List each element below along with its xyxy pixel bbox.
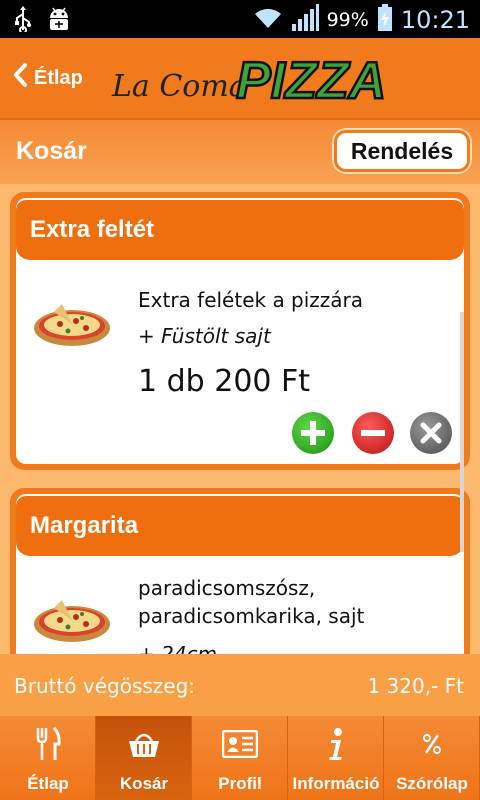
nav-item-informacio[interactable]: Információ	[288, 716, 384, 800]
total-value: 1 320,- Ft	[367, 674, 464, 698]
cart-item-card: Margarita paradicsomszósz, paradicsomkar…	[10, 488, 470, 654]
nav-item-etlap[interactable]: Étlap	[0, 716, 96, 800]
la-coma-pizza-logo: La Coma PIZZA	[110, 50, 387, 112]
app-header: Étlap La Coma PIZZA	[0, 38, 480, 120]
info-icon	[288, 724, 384, 764]
clock: 10:21	[400, 6, 470, 34]
signal-icon	[291, 4, 319, 36]
basket-icon	[96, 724, 192, 764]
logo-bold-text: PIZZA	[236, 52, 384, 110]
pizza-image	[32, 590, 112, 646]
battery-percent: 99%	[326, 9, 369, 31]
pizza-image	[32, 294, 112, 350]
back-button[interactable]: Étlap	[12, 62, 83, 94]
nav-item-szorolap[interactable]: Szórólap	[384, 716, 480, 800]
nav-label: Szórólap	[396, 774, 468, 793]
item-quantity-price: 1 db 200 Ft	[138, 364, 311, 399]
item-description: paradicsomszósz, paradicsomkarika, sajt	[138, 576, 365, 628]
percent-icon	[384, 724, 480, 764]
nav-item-profil[interactable]: Profil	[192, 716, 288, 800]
battery-charging-icon	[377, 4, 393, 36]
cart-item-card: Extra feltét Extra felétek a pizzára + F…	[10, 192, 470, 470]
total-label: Bruttó végösszeg:	[14, 674, 196, 698]
nav-label: Kosár	[119, 774, 169, 793]
bottom-navigation: Étlap Kosár Profil Információ Szórólap	[0, 716, 480, 800]
status-bar: 99% 10:21	[0, 0, 480, 38]
add-button[interactable]	[292, 412, 334, 454]
id-card-icon	[192, 724, 288, 764]
minus-icon	[361, 430, 385, 436]
nav-label: Étlap	[27, 774, 69, 793]
android-debug-icon	[46, 6, 72, 36]
nav-label: Információ	[292, 774, 380, 793]
logo-script-text: La Coma	[111, 69, 247, 104]
nav-label: Profil	[218, 774, 262, 793]
close-icon	[420, 422, 442, 444]
back-label: Étlap	[34, 66, 83, 89]
order-button[interactable]: Rendelés	[334, 130, 470, 172]
fork-knife-icon	[0, 724, 96, 764]
item-extra: + 24cm	[138, 642, 218, 654]
wifi-icon	[253, 6, 283, 34]
cart-item-body: Extra feltét Extra felétek a pizzára + F…	[16, 198, 464, 464]
cart-item-body: Margarita paradicsomszósz, paradicsomkar…	[16, 494, 464, 654]
scrollbar[interactable]	[460, 312, 464, 552]
total-bar: Bruttó végösszeg: 1 320,- Ft	[0, 654, 480, 716]
cart-item-title: Margarita	[16, 496, 464, 556]
nav-item-kosar[interactable]: Kosár	[96, 716, 192, 800]
plus-icon	[301, 421, 325, 445]
delete-button[interactable]	[410, 412, 452, 454]
cart-item-title: Extra feltét	[16, 200, 464, 260]
cart-list[interactable]: Extra feltét Extra felétek a pizzára + F…	[0, 184, 480, 654]
remove-button[interactable]	[352, 412, 394, 454]
usb-icon	[14, 6, 32, 36]
page-title: Kosár	[16, 137, 87, 165]
item-description: Extra felétek a pizzára	[138, 288, 364, 312]
item-extra: + Füstölt sajt	[138, 324, 271, 348]
chevron-left-icon	[12, 62, 28, 94]
